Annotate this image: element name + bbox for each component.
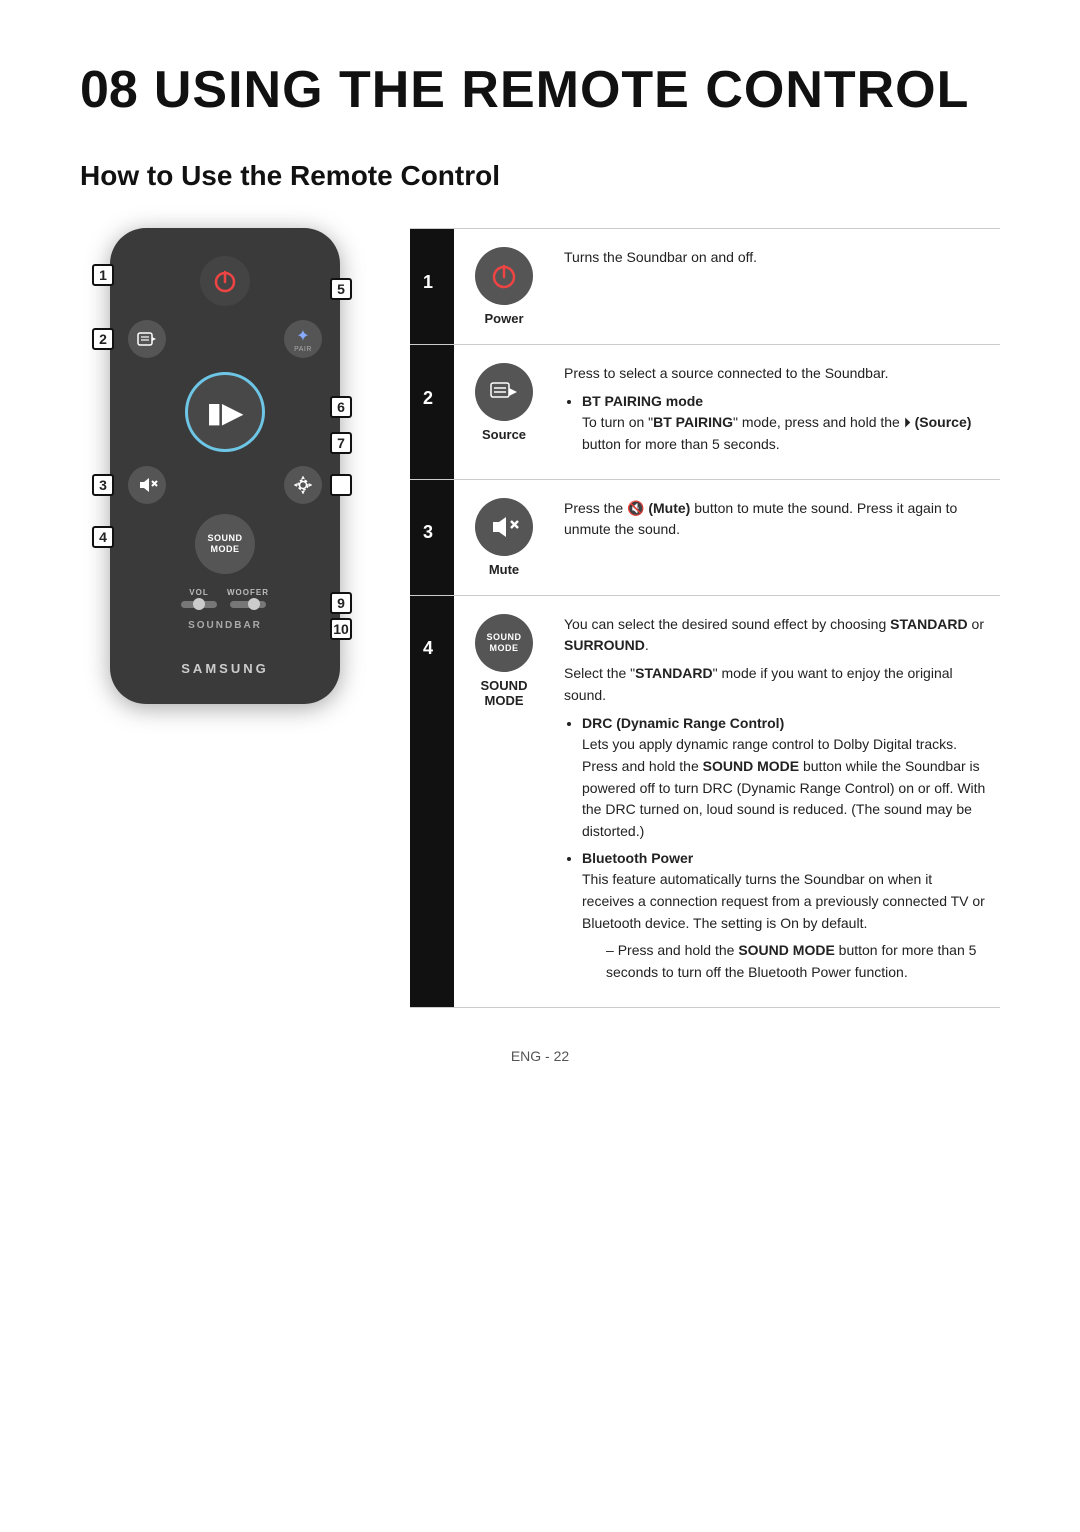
- remote-control-diagram: 1 5 2: [80, 228, 380, 704]
- remote-label-4: 4: [92, 526, 114, 548]
- row-num-2: 2: [410, 345, 454, 480]
- vol-track: [181, 601, 217, 608]
- remote-row-volume: 9 10 VOL WOOFER: [128, 588, 322, 608]
- remote-body: 1 5 2: [110, 228, 340, 704]
- sound-mode-line2: MODE: [211, 544, 240, 555]
- mute-button[interactable]: [128, 466, 166, 504]
- row-desc-soundmode: You can select the desired sound effect …: [554, 595, 1000, 1007]
- remote-label-1: 1: [92, 264, 114, 286]
- source-icon-circle: [475, 363, 533, 421]
- power-button[interactable]: [200, 256, 250, 306]
- table-row: 4 SOUND MODE SOUND MODE You can select t…: [410, 595, 1000, 1007]
- source-icon: [136, 328, 158, 350]
- bluetooth-button[interactable]: ✦ PAIR: [284, 320, 322, 358]
- soundbar-label: SOUNDBAR: [128, 620, 322, 631]
- row-icon-source: Source: [454, 345, 554, 480]
- remote-row-power: 1 5: [128, 256, 322, 306]
- power-label: Power: [466, 311, 542, 326]
- samsung-logo: SAMSUNG: [128, 661, 322, 676]
- table-row: 2 Source: [410, 345, 1000, 480]
- page-title: 08 USING THE REMOTE CONTROL: [80, 60, 1000, 120]
- chapter-number: 08: [80, 60, 138, 120]
- woofer-track: [230, 601, 266, 608]
- row-icon-power: Power: [454, 229, 554, 345]
- play-pause-icon: ▮▶: [207, 396, 244, 429]
- description-table: 1 Power Turns the Soundbar on: [410, 228, 1000, 1008]
- sound-mode-button[interactable]: SOUND MODE: [195, 514, 255, 574]
- remote-row-soundmode: 4 SOUND MODE: [128, 514, 322, 574]
- source-button[interactable]: [128, 320, 166, 358]
- table-mute-icon: [488, 511, 520, 543]
- soundmode-label: SOUND MODE: [466, 678, 542, 708]
- remote-label-10: 10: [330, 618, 352, 640]
- table-source-icon: [488, 376, 520, 408]
- bluetooth-icon: ✦: [296, 326, 309, 346]
- info-table: 1 Power Turns the Soundbar on: [410, 228, 1000, 1008]
- remote-label-2: 2: [92, 328, 114, 350]
- gear-icon: [292, 474, 314, 496]
- woofer-thumb: [248, 598, 260, 610]
- power-icon-circle: [475, 247, 533, 305]
- sm-text-1: SOUND: [486, 632, 521, 643]
- mute-label: Mute: [466, 562, 542, 577]
- vol-slider[interactable]: VOL: [181, 588, 217, 608]
- woofer-slider[interactable]: WOOFER: [227, 588, 269, 608]
- sm-text-2: MODE: [490, 643, 519, 654]
- row-num-1: 1: [410, 229, 454, 345]
- remote-row-playpause: 6 7 ▮▶: [128, 372, 322, 452]
- table-power-icon: [488, 260, 520, 292]
- table-row: 1 Power Turns the Soundbar on: [410, 229, 1000, 345]
- chapter-title: USING THE REMOTE CONTROL: [154, 60, 970, 120]
- power-icon: [211, 267, 239, 295]
- mute-icon: [136, 474, 158, 496]
- vol-thumb: [193, 598, 205, 610]
- source-label: Source: [466, 427, 542, 442]
- row-desc-mute: Press the 🔇 (Mute) button to mute the so…: [554, 479, 1000, 595]
- row-desc-source: Press to select a source connected to th…: [554, 345, 1000, 480]
- page-footer: ENG - 22: [80, 1048, 1000, 1064]
- row-icon-soundmode: SOUND MODE SOUND MODE: [454, 595, 554, 1007]
- settings-button[interactable]: 8: [284, 466, 322, 504]
- remote-row-mute: 3 8: [128, 466, 322, 504]
- remote-label-7: 7: [330, 432, 352, 454]
- remote-label-3: 3: [92, 474, 114, 496]
- remote-label-9: 9: [330, 592, 352, 614]
- sound-mode-line1: SOUND: [207, 533, 242, 544]
- table-row: 3 Mute Press: [410, 479, 1000, 595]
- section-title: How to Use the Remote Control: [80, 160, 1000, 192]
- row-num-4: 4: [410, 595, 454, 1007]
- row-icon-mute: Mute: [454, 479, 554, 595]
- row-num-3: 3: [410, 479, 454, 595]
- row-desc-power: Turns the Soundbar on and off.: [554, 229, 1000, 345]
- remote-row-source: 2 ✦ PAIR: [128, 320, 322, 358]
- remote-label-5: 5: [330, 278, 352, 300]
- remote-label-8: 8: [330, 474, 352, 496]
- remote-label-6: 6: [330, 396, 352, 418]
- mute-icon-circle: [475, 498, 533, 556]
- play-pause-button[interactable]: ▮▶: [185, 372, 265, 452]
- main-layout: 1 5 2: [80, 228, 1000, 1008]
- soundmode-icon-circle: SOUND MODE: [475, 614, 533, 672]
